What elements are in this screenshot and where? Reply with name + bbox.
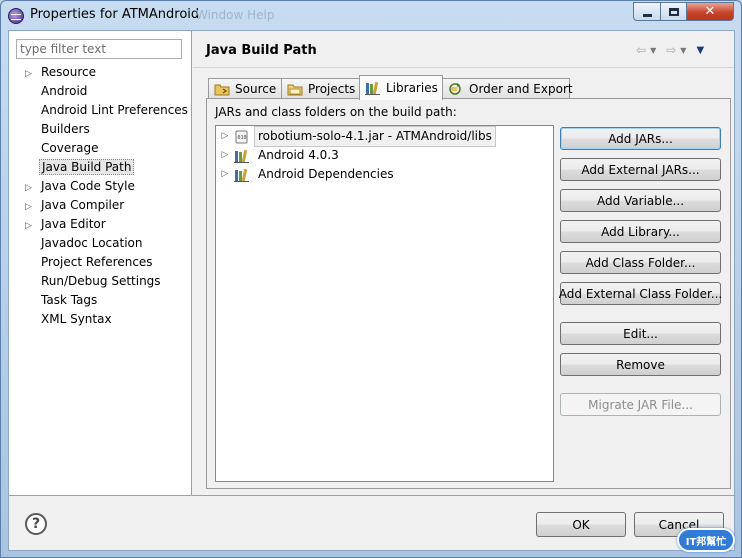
library-label: robotium-solo-4.1.jar - ATMAndroid/libs: [254, 126, 496, 147]
tab-order-and-export-label: Order and Export: [469, 82, 573, 96]
add-external-class-folder-button[interactable]: Add External Class Folder...: [559, 282, 722, 305]
library-label: Android 4.0.3: [258, 148, 339, 162]
page-title: Java Build Path: [206, 43, 317, 58]
tab-libraries-label: Libraries: [386, 81, 438, 95]
tab-order-and-export[interactable]: Order and Export: [442, 78, 573, 99]
eclipse-app-icon: [8, 8, 24, 24]
tree-item-label: Java Code Style: [41, 179, 135, 193]
expand-chevron-right-icon[interactable]: ▷: [216, 146, 234, 165]
tree-item-android[interactable]: Android: [25, 82, 190, 101]
expand-chevron-right-icon[interactable]: ▷: [216, 127, 234, 146]
help-icon[interactable]: ?: [25, 513, 47, 535]
tree-item-android-lint-preferences[interactable]: Android Lint Preferences: [25, 101, 190, 120]
dialog-client-area: ▷ResourceAndroidAndroid Lint Preferences…: [8, 30, 735, 551]
tab-libraries[interactable]: Libraries: [359, 75, 443, 100]
ok-button[interactable]: OK: [536, 512, 626, 537]
library-row-android-4-0-3[interactable]: ▷ Android 4.0.3: [216, 146, 343, 165]
background-menu-ghost: Window Help: [196, 8, 275, 22]
add-library-button[interactable]: Add Library...: [560, 220, 721, 243]
tree-item-java-editor[interactable]: ▷ Java Editor: [25, 215, 190, 234]
library-container-icon: [234, 149, 250, 163]
tree-item-coverage[interactable]: Coverage: [25, 139, 190, 158]
tree-item-java-code-style[interactable]: ▷ Java Code Style: [25, 177, 190, 196]
tree-item-project-references[interactable]: Project References: [25, 253, 190, 272]
view-menu-icon[interactable]: ▼: [696, 45, 704, 56]
title-bar[interactable]: Properties for ATMAndroid Window Help ✕: [1, 1, 741, 29]
close-icon: ✕: [704, 4, 716, 19]
tree-item-resource[interactable]: ▷ Resource: [25, 63, 190, 82]
forward-arrow-icon[interactable]: ⇨: [666, 43, 676, 57]
add-external-jars-button[interactable]: Add External JARs...: [560, 158, 721, 181]
tab-projects[interactable]: Projects: [281, 78, 361, 99]
tree-item-label: Resource: [41, 65, 97, 79]
libraries-tab-panel: JARs and class folders on the build path…: [206, 98, 731, 489]
tree-item-label: Javadoc Location: [41, 236, 143, 250]
migrate-jar-file-button: Migrate JAR File...: [560, 393, 721, 416]
tree-item-label: Java Build Path: [39, 159, 135, 175]
minimize-button[interactable]: [633, 2, 661, 21]
svg-text:010: 010: [238, 135, 247, 141]
tree-item-label: Project References: [41, 255, 153, 269]
title-separator: [193, 67, 734, 68]
libraries-tree[interactable]: ▷ 010 robotium-solo-4.1.jar - ATMAndroid…: [215, 125, 554, 482]
site-watermark-logo: IT邦幫忙: [677, 528, 735, 552]
tree-item-label: XML Syntax: [41, 312, 112, 326]
back-arrow-icon[interactable]: ⇦: [636, 43, 646, 57]
projects-folder-icon: [287, 82, 303, 96]
edit-button[interactable]: Edit...: [560, 322, 721, 345]
jar-file-icon: 010: [234, 130, 250, 144]
add-jars-button[interactable]: Add JARs...: [560, 127, 721, 150]
close-button[interactable]: ✕: [686, 2, 734, 21]
tree-item-label: Coverage: [41, 141, 99, 155]
tree-item-builders[interactable]: Builders: [25, 120, 190, 139]
order-export-icon: [448, 82, 464, 96]
tree-item-label: Android Lint Preferences: [41, 103, 188, 117]
window-title: Properties for ATMAndroid: [30, 7, 200, 22]
maximize-button[interactable]: [660, 2, 687, 21]
property-page-tree: ▷Resource Android Android Lint Preferences…: [9, 31, 192, 495]
tree-item-label: Builders: [41, 122, 90, 136]
library-container-icon: [234, 168, 250, 182]
library-row-android-dependencies[interactable]: ▷ Android Dependencies: [216, 165, 398, 184]
tree-item-java-compiler[interactable]: ▷ Java Compiler: [25, 196, 190, 215]
tree-item-label: Java Editor: [41, 217, 106, 231]
tree-item-task-tags[interactable]: Task Tags: [25, 291, 190, 310]
forward-history-chevron-down-icon[interactable]: ▼: [680, 46, 686, 55]
expand-chevron-right-icon[interactable]: ▷: [216, 165, 234, 184]
tree-item-javadoc-location[interactable]: Javadoc Location: [25, 234, 190, 253]
back-history-chevron-down-icon[interactable]: ▼: [650, 46, 656, 55]
properties-window: Properties for ATMAndroid Window Help ✕ …: [0, 0, 742, 558]
page-navigation: ⇦ ▼ ⇨ ▼ ▼: [636, 42, 732, 58]
tree-item-label: Android: [41, 84, 88, 98]
property-page-content: Java Build Path ⇦ ▼ ⇨ ▼ ▼ Source Project…: [193, 31, 734, 495]
tree-item-label: Run/Debug Settings: [41, 274, 161, 288]
maximize-icon: [668, 7, 679, 16]
tree-item-java-build-path[interactable]: Java Build Path: [25, 158, 190, 177]
library-label: Android Dependencies: [258, 167, 394, 181]
tab-source-label: Source: [235, 82, 277, 96]
add-variable-button[interactable]: Add Variable...: [560, 189, 721, 212]
tab-source[interactable]: Source: [208, 78, 282, 99]
filter-input[interactable]: [16, 39, 182, 59]
libraries-icon: [365, 81, 381, 95]
tree-item-label: Task Tags: [41, 293, 98, 307]
add-class-folder-button[interactable]: Add Class Folder...: [560, 251, 721, 274]
tree-item-label: Java Compiler: [41, 198, 125, 212]
source-folder-icon: [214, 82, 230, 96]
tree-item-run-debug-settings[interactable]: Run/Debug Settings: [25, 272, 190, 291]
minimize-icon: [642, 13, 652, 17]
tree-item-xml-syntax[interactable]: XML Syntax: [25, 310, 190, 329]
libraries-panel-label: JARs and class folders on the build path…: [215, 105, 457, 119]
bottom-separator: [9, 495, 734, 496]
tab-projects-label: Projects: [308, 82, 356, 96]
library-row-robotium-jar[interactable]: ▷ 010 robotium-solo-4.1.jar - ATMAndroid…: [216, 126, 496, 147]
remove-button[interactable]: Remove: [560, 353, 721, 376]
